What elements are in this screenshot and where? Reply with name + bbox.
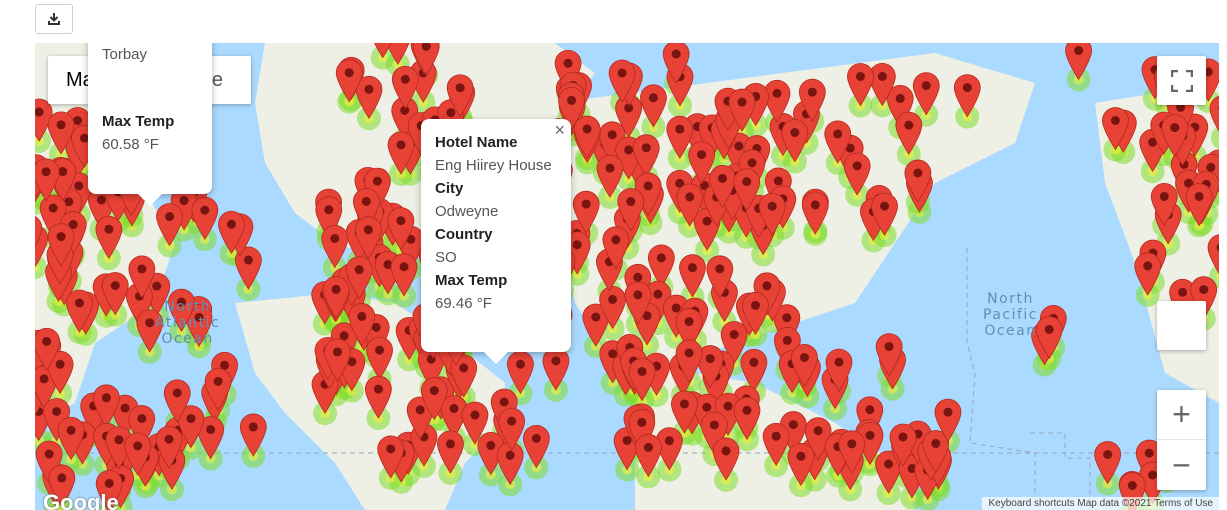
info-hotel-heading: Hotel Name <box>435 134 518 151</box>
zoom-in-button[interactable]: + <box>1157 390 1206 440</box>
map-attribution[interactable]: Keyboard shortcuts Map data ©2021 Terms … <box>982 497 1219 510</box>
zoom-out-button[interactable]: − <box>1157 440 1206 490</box>
info-country-heading: Country <box>435 226 493 243</box>
info-temp-heading: Max Temp <box>435 272 508 289</box>
google-logo: Google <box>43 490 119 510</box>
close-icon[interactable]: × <box>554 119 565 142</box>
info-city-value: Torbay <box>102 46 148 63</box>
info-city-value: Odweyne <box>435 203 499 220</box>
info-temp-heading: Max Temp <box>102 113 175 130</box>
zoom-control: + − <box>1157 390 1206 490</box>
info-temp-value: 60.58 °F <box>102 136 159 153</box>
map-base <box>35 43 1219 510</box>
pegman-button[interactable] <box>1157 301 1206 350</box>
ocean-label-atlantic: North Atlantic Ocean <box>155 299 221 347</box>
info-window-main: × Hotel Name Eng Hiirey House City Odwey… <box>421 119 571 364</box>
fullscreen-icon <box>1170 69 1193 92</box>
info-temp-value: 69.46 °F <box>435 295 492 312</box>
info-country-value: SO <box>435 249 457 266</box>
download-icon <box>48 13 60 25</box>
map-canvas[interactable]: North Atlantic Ocean North Pacific Ocean… <box>35 43 1219 510</box>
info-window-secondary: Torbay Max Temp 60.58 °F <box>88 43 212 206</box>
ocean-label-pacific: North Pacific Ocean <box>983 291 1038 339</box>
info-city-heading: City <box>435 180 464 197</box>
info-hotel-value: Eng Hiirey House <box>435 157 552 174</box>
download-button[interactable] <box>35 4 73 34</box>
fullscreen-button[interactable] <box>1157 56 1206 105</box>
